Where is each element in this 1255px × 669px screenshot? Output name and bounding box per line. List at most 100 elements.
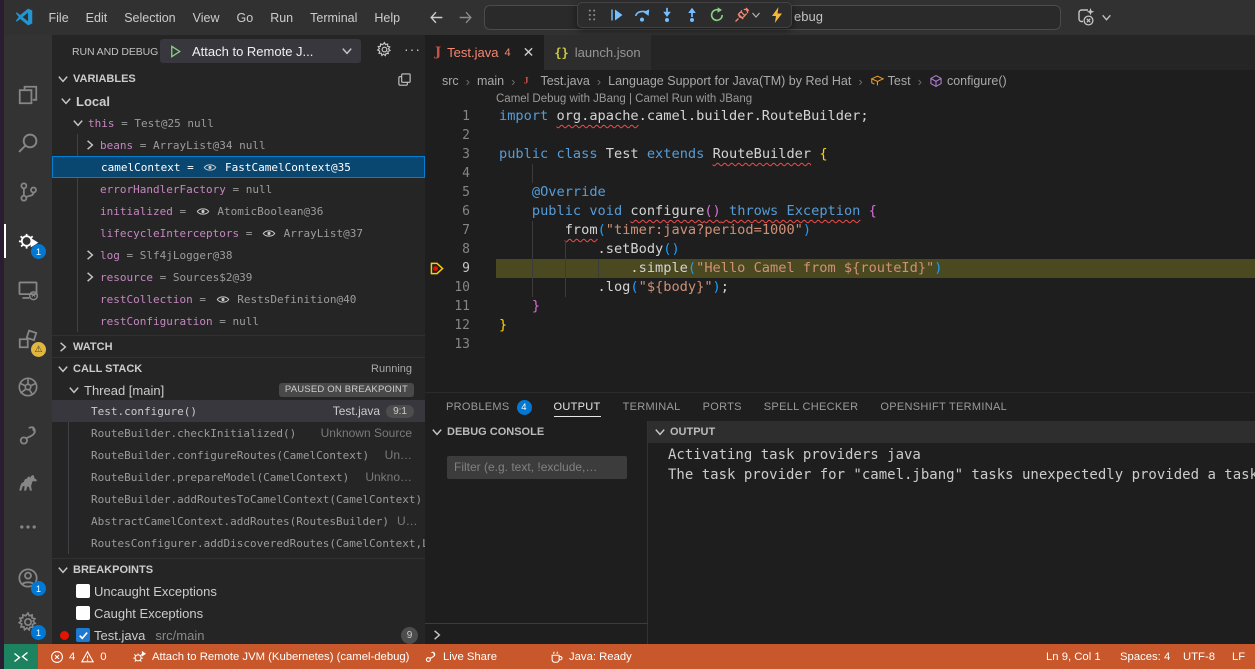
activity-item-settings[interactable]: 1 (4, 598, 52, 646)
disconnect-chevron-icon[interactable] (751, 6, 761, 24)
activity-item-remote-explorer[interactable] (4, 266, 52, 314)
stack-frame-row[interactable]: RoutesConfigurer.addDiscoveredRoutes(Cam… (52, 532, 425, 554)
step-out-icon[interactable] (683, 6, 701, 24)
variable-row[interactable]: lifecycleInterceptors = ArrayList@37 (52, 222, 425, 244)
checkbox-unchecked[interactable] (76, 584, 90, 598)
restart-icon[interactable] (708, 6, 726, 24)
panel-tab-terminal[interactable]: TERMINAL (612, 393, 692, 421)
activity-item-live-share[interactable] (4, 411, 52, 459)
codelens-actions[interactable]: Camel Debug with JBang | Camel Run with … (496, 93, 752, 105)
menu-file[interactable]: File (40, 8, 77, 28)
debug-console-header[interactable]: DEBUG CONSOLE (425, 421, 647, 443)
code-editor[interactable]: 1import org.apache.camel.builder.RouteBu… (425, 107, 1255, 392)
activity-item-explorer[interactable] (4, 71, 52, 119)
breadcrumb-item[interactable]: main (477, 74, 504, 88)
activity-item-accounts[interactable]: 1 (4, 554, 52, 602)
menu-run[interactable]: Run (262, 8, 302, 28)
java-status[interactable]: Java: Ready (549, 644, 632, 669)
checkbox-checked[interactable] (76, 628, 90, 642)
tab-test-java[interactable]: JTest.java4✕ (425, 35, 544, 70)
variable-row[interactable]: restCollection = RestsDefinition@40 (52, 288, 425, 310)
stack-frame-row[interactable]: AbstractCamelContext.addRoutes(RoutesBui… (52, 510, 425, 532)
variables-header[interactable]: VARIABLES (52, 68, 425, 90)
cursor-position[interactable]: Ln 9, Col 1 (1046, 644, 1101, 669)
eye-icon[interactable] (196, 205, 210, 218)
stack-frame-row[interactable]: Test.configure()Test.java9:1 (52, 400, 425, 422)
copilot-status[interactable] (1076, 7, 1112, 27)
breadcrumb[interactable]: src›main›JTest.java›Language Support for… (425, 70, 1255, 92)
activity-item-extensions[interactable]: ⚠ (4, 315, 52, 363)
variable-row[interactable]: camelContext = FastCamelContext@35 (52, 156, 425, 178)
copy-icon[interactable] (397, 68, 412, 90)
panel-tab-openshift-terminal[interactable]: OPENSHIFT TERMINAL (869, 393, 1018, 421)
variable-row[interactable]: resource = Sources$2@39 (52, 266, 425, 288)
eol-status[interactable]: LF (1232, 644, 1245, 669)
stack-frame-row[interactable]: RouteBuilder.addRoutesToCamelContext(Cam… (52, 488, 425, 510)
variable-row[interactable]: Local (52, 90, 425, 112)
panel-tab-problems[interactable]: PROBLEMS4 (435, 393, 543, 421)
activity-item-run-and-debug[interactable]: 1 (4, 217, 52, 265)
activity-item-kubernetes[interactable] (4, 363, 52, 411)
stack-frame-row[interactable]: RouteBuilder.prepareModel(CamelContext)U… (52, 466, 425, 488)
variable-row[interactable]: log = Slf4jLogger@38 (52, 244, 425, 266)
menu-go[interactable]: Go (228, 8, 262, 28)
eye-icon[interactable] (262, 227, 276, 240)
menu-view[interactable]: View (184, 8, 228, 28)
variable-row[interactable]: errorHandlerFactory = null (52, 178, 425, 200)
breadcrumb-item[interactable]: configure() (929, 74, 1007, 88)
hot-code-replace-icon[interactable] (768, 6, 786, 24)
remote-indicator[interactable] (4, 644, 38, 669)
indentation-status[interactable]: Spaces: 4 (1120, 644, 1170, 669)
variable-row[interactable]: beans = ArrayList@34 null (52, 134, 425, 156)
breadcrumb-item[interactable]: src (442, 74, 459, 88)
panel-tab-ports[interactable]: PORTS (692, 393, 753, 421)
encoding-status[interactable]: UTF-8 (1183, 644, 1215, 669)
menu-terminal[interactable]: Terminal (302, 8, 366, 28)
activity-item-search[interactable] (4, 119, 52, 167)
checkbox-unchecked[interactable] (76, 606, 90, 620)
debug-target-status[interactable]: Attach to Remote JVM (Kubernetes) (camel… (132, 644, 409, 669)
stack-frame-row[interactable]: RouteBuilder.checkInitialized()Unknown S… (52, 422, 425, 444)
problems-status[interactable]: 4 0 (50, 644, 107, 669)
panel-tab-spell-checker[interactable]: SPELL CHECKER (753, 393, 870, 421)
debug-config-picker[interactable]: Attach to Remote J... (160, 39, 361, 63)
breadcrumb-item[interactable]: Language Support for Java(TM) by Red Hat (608, 74, 851, 88)
breadcrumb-item[interactable]: Test (870, 74, 911, 88)
output-header[interactable]: OUTPUT (648, 421, 1255, 443)
live-share-status[interactable]: Live Share (424, 644, 497, 669)
panel-tab-output[interactable]: OUTPUT (543, 393, 612, 421)
continue-icon[interactable] (608, 6, 626, 24)
debug-settings-gear-icon[interactable] (376, 41, 393, 58)
sidebar-more-actions-icon[interactable]: ··· (404, 41, 421, 57)
menu-edit[interactable]: Edit (77, 8, 116, 28)
breakpoints-header[interactable]: BREAKPOINTS (52, 558, 425, 580)
variable-row[interactable]: this = Test@25 null (52, 112, 425, 134)
disconnect-icon[interactable] (733, 6, 751, 24)
stack-frame-row[interactable]: RouteBuilder.configureRoutes(CamelContex… (52, 444, 425, 466)
variable-row[interactable]: initialized = AtomicBoolean@36 (52, 200, 425, 222)
eye-icon[interactable] (216, 293, 230, 306)
breakpoint-row[interactable]: Uncaught Exceptions (52, 580, 425, 602)
forward-arrow-icon[interactable] (457, 9, 474, 26)
activity-item-source-control[interactable] (4, 168, 52, 216)
activity-item-camel[interactable] (4, 459, 52, 507)
console-filter-input[interactable]: Filter (e.g. text, !exclude,… (447, 456, 627, 479)
eye-icon[interactable] (203, 161, 217, 174)
close-icon[interactable]: ✕ (523, 44, 535, 61)
breakpoint-row[interactable]: Test.javasrc/main9 (52, 624, 425, 644)
step-over-icon[interactable] (633, 6, 651, 24)
back-arrow-icon[interactable] (428, 9, 445, 26)
menu-help[interactable]: Help (366, 8, 409, 28)
variable-row[interactable]: restConfiguration = null (52, 310, 425, 332)
callstack-header[interactable]: CALL STACKRunning (52, 357, 425, 379)
breakpoint-row[interactable]: Caught Exceptions (52, 602, 425, 624)
drag-handle-icon[interactable] (583, 6, 601, 24)
menu-selection[interactable]: Selection (116, 8, 184, 28)
console-input-row[interactable] (425, 623, 648, 645)
watch-header[interactable]: WATCH (52, 335, 425, 357)
activity-item-more[interactable] (4, 503, 52, 551)
breadcrumb-item[interactable]: JTest.java (522, 74, 589, 88)
step-into-icon[interactable] (658, 6, 676, 24)
tab-launch-json[interactable]: {}launch.json (544, 35, 650, 70)
thread-row[interactable]: Thread [main]PAUSED ON BREAKPOINT (52, 379, 425, 401)
